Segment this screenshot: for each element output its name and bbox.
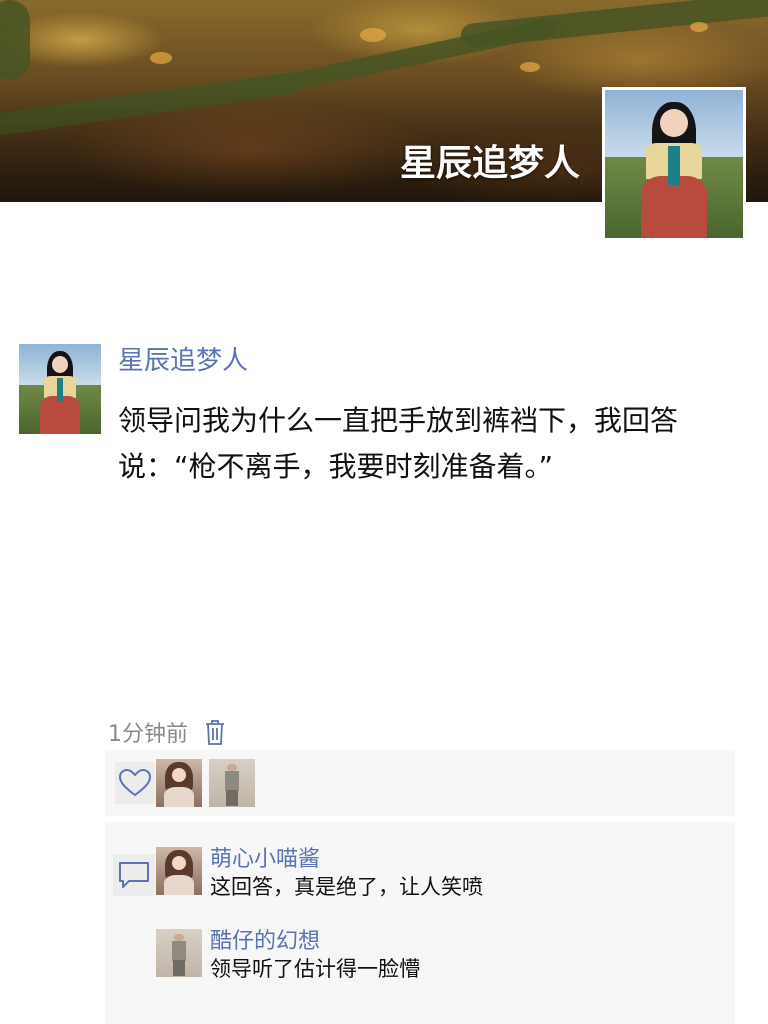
- post-author-name[interactable]: 星辰追梦人: [118, 340, 248, 377]
- post-time: 1分钟前: [108, 722, 188, 747]
- liker-avatar[interactable]: [209, 759, 255, 807]
- post-meta: 1分钟前: [108, 716, 226, 748]
- like-button[interactable]: [115, 762, 155, 804]
- comment-button[interactable]: [113, 854, 155, 896]
- comment-icon: [119, 862, 149, 888]
- heart-icon: [118, 768, 152, 797]
- comments-panel: 萌心小喵酱 这回答，真是绝了，让人笑喷 酷仔的幻想 领导听了估计得一脸懵: [105, 822, 735, 1024]
- commenter-avatar[interactable]: [156, 929, 202, 977]
- commenter-avatar[interactable]: [156, 847, 202, 895]
- post-text: 领导问我为什么一直把手放到裤裆下，我回答说：“枪不离手，我要时刻准备着。”: [118, 404, 679, 483]
- likes-panel: [105, 750, 735, 816]
- liker-avatar[interactable]: [156, 759, 202, 807]
- cover-display-name: 星辰追梦人: [399, 143, 580, 184]
- trash-icon[interactable]: [204, 718, 226, 746]
- post-author-avatar[interactable]: [19, 344, 101, 434]
- panel-divider: [105, 816, 735, 820]
- comment-text: 领导听了估计得一脸懵: [210, 957, 420, 981]
- comment-text: 这回答，真是绝了，让人笑喷: [210, 875, 483, 899]
- commenter-name[interactable]: 萌心小喵酱: [210, 841, 320, 873]
- commenter-name[interactable]: 酷仔的幻想: [210, 923, 320, 955]
- profile-avatar[interactable]: [602, 87, 746, 241]
